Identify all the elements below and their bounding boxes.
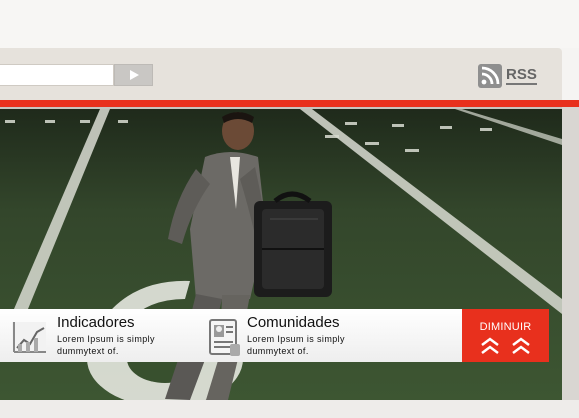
rss-feed-icon — [478, 64, 502, 88]
accent-divider — [0, 100, 579, 109]
line-chart-icon — [12, 322, 46, 354]
feature-title: Indicadores — [57, 314, 135, 331]
search-button[interactable] — [114, 64, 153, 86]
top-band — [0, 0, 579, 48]
feature-title: Comunidades — [247, 314, 340, 331]
side-strip — [562, 107, 579, 418]
feature-item-comunidades[interactable]: Comunidades Lorem Ipsum is simply dummyt… — [200, 309, 400, 362]
page-bottom — [0, 400, 579, 418]
toolbar: RSS — [0, 48, 562, 100]
feature-item-indicadores[interactable]: Indicadores Lorem Ipsum is simply dummyt… — [0, 309, 190, 362]
collapse-button[interactable]: DIMINUIR — [462, 309, 549, 362]
rss-link[interactable]: RSS — [478, 64, 537, 88]
double-chevron-up-icon — [512, 337, 530, 354]
play-arrow-icon — [129, 70, 139, 80]
double-chevron-up-icon — [481, 337, 499, 354]
search-input[interactable] — [0, 64, 114, 86]
document-profile-icon — [209, 319, 240, 356]
feature-text: Lorem Ipsum is simply dummytext of. — [57, 334, 155, 356]
feature-text: Lorem Ipsum is simply dummytext of. — [247, 334, 345, 356]
collapse-label: DIMINUIR — [479, 321, 532, 333]
rss-label: RSS — [506, 66, 537, 85]
